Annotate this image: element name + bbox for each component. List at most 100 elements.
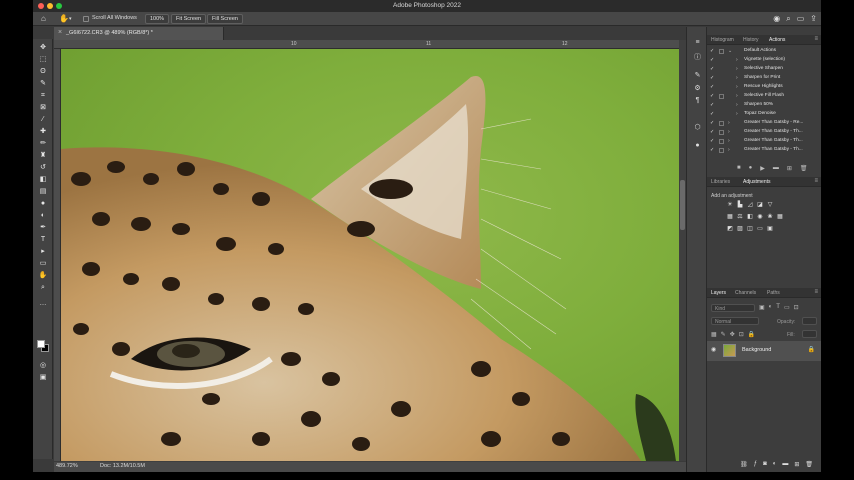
fill-input[interactable] (802, 330, 817, 338)
list-item[interactable]: ✓ › Rescue Highlights (707, 83, 815, 92)
panel-menu-icon[interactable]: ≡ (814, 178, 818, 184)
doc-size[interactable]: Doc: 13.2M/10.5M (100, 463, 145, 469)
delete-icon[interactable]: 🗑 (800, 165, 808, 172)
blur-tool-icon[interactable]: ● (38, 199, 48, 209)
fit-screen-button[interactable]: Fit Screen (171, 14, 207, 24)
check-icon[interactable]: ✓ (710, 93, 714, 99)
list-item[interactable]: ✓ ⌄ Default Actions (707, 47, 815, 56)
invert-icon[interactable]: ◩ (725, 225, 735, 232)
healing-brush-icon[interactable]: ✚ (38, 127, 48, 137)
zoom-tool-icon[interactable]: ⌕ (38, 283, 48, 293)
expand-icon[interactable]: ⌄ (728, 48, 732, 54)
vibrance-icon[interactable]: ▽ (765, 201, 775, 208)
new-layer-icon[interactable]: ⊞ (794, 461, 799, 472)
list-item[interactable]: ✓ › Greater Than Gatsby - Th... (707, 137, 815, 146)
list-item[interactable]: ✓ › Greater Than Gatsby - Th... (707, 146, 815, 155)
adjustment-filter-icon[interactable]: ◐ (769, 304, 773, 311)
document-tab[interactable]: × _G6I6722.CR3 @ 489% (RGB/8*) * (54, 27, 224, 40)
workspace-icon[interactable]: ▭ (797, 14, 805, 24)
tab-paths[interactable]: Paths (767, 290, 780, 296)
history-dock-icon[interactable]: ≡ (693, 39, 702, 46)
dialog-toggle-box[interactable] (719, 121, 724, 126)
marquee-tool-icon[interactable]: ⬚ (38, 55, 48, 65)
tab-layers[interactable]: Layers (711, 290, 726, 296)
history-brush-icon[interactable]: ↺ (38, 163, 48, 173)
share-icon[interactable]: ⇪ (810, 14, 817, 24)
paragraph-dock-icon[interactable]: ¶ (693, 97, 702, 104)
color-balance-icon[interactable]: ⚖ (735, 213, 745, 220)
search-icon[interactable]: ⌕ (786, 14, 790, 24)
check-icon[interactable]: ✓ (710, 102, 714, 108)
visibility-eye-icon[interactable]: ◉ (711, 346, 716, 353)
more-tools-icon[interactable]: … (38, 299, 48, 309)
lock-artboard-icon[interactable]: ⊡ (739, 331, 744, 338)
lock-position-icon[interactable]: ✥ (730, 331, 735, 338)
tab-adjustments[interactable]: Adjustments (743, 179, 771, 185)
quick-selection-tool-icon[interactable]: ✎ (38, 79, 48, 89)
curves-icon[interactable]: ◿ (745, 201, 755, 208)
expand-icon[interactable]: › (728, 120, 730, 126)
check-icon[interactable]: ✓ (710, 147, 714, 153)
properties-dock-icon[interactable]: ⚙ (693, 84, 702, 92)
check-icon[interactable]: ✓ (710, 120, 714, 126)
gradient-map-icon[interactable]: ▭ (755, 225, 765, 232)
delete-layer-icon[interactable]: 🗑 (805, 461, 813, 472)
check-icon[interactable]: ✓ (710, 66, 714, 72)
record-icon[interactable]: ● (749, 165, 753, 172)
selective-color-icon[interactable]: ▣ (765, 225, 775, 232)
3d-dock-icon[interactable]: ⬡ (693, 123, 702, 131)
check-icon[interactable]: ✓ (710, 138, 714, 144)
rectangle-tool-icon[interactable]: ▭ (38, 259, 48, 269)
hue-saturation-icon[interactable]: ▦ (725, 213, 735, 220)
check-icon[interactable]: ✓ (710, 111, 714, 117)
frame-tool-icon[interactable]: ⊠ (38, 103, 48, 113)
dialog-toggle-box[interactable] (719, 130, 724, 135)
lock-transparent-icon[interactable]: ▦ (711, 331, 717, 338)
tab-libraries[interactable]: Libraries (711, 179, 730, 185)
tab-history[interactable]: History (743, 37, 759, 43)
shape-filter-icon[interactable]: ▭ (784, 304, 790, 311)
list-item[interactable]: ✓ › Sharpen for Print (707, 74, 815, 83)
dodge-tool-icon[interactable]: ◐ (38, 211, 48, 221)
close-tab-icon[interactable]: × (58, 29, 62, 36)
blend-mode-select[interactable]: Normal (711, 317, 759, 325)
levels-icon[interactable]: ▙ (735, 201, 745, 208)
link-layers-icon[interactable]: ⛓ (740, 461, 748, 472)
crop-tool-icon[interactable]: ⌗ (38, 91, 48, 101)
expand-icon[interactable]: › (736, 84, 738, 90)
screen-mode-icon[interactable]: ▣ (38, 373, 48, 383)
new-set-icon[interactable]: ▬ (773, 165, 779, 172)
expand-icon[interactable]: › (736, 75, 738, 81)
new-adjustment-layer-icon[interactable]: ◐ (773, 461, 777, 472)
foreground-color-swatch[interactable] (37, 340, 45, 348)
brush-dock-icon[interactable]: ✎ (693, 71, 702, 79)
type-tool-icon[interactable]: T (38, 235, 48, 245)
expand-icon[interactable]: › (736, 57, 738, 63)
home-icon[interactable]: ⌂ (41, 14, 46, 23)
scroll-all-windows-checkbox[interactable] (83, 16, 89, 22)
eyedropper-tool-icon[interactable]: ⁄ (38, 115, 48, 125)
path-selection-icon[interactable]: ▸ (38, 247, 48, 257)
photo-filter-icon[interactable]: ◉ (755, 213, 765, 220)
list-item[interactable]: ✓ › Sharpen 50% (707, 101, 815, 110)
lasso-tool-icon[interactable]: ʘ (38, 67, 48, 77)
panel-menu-icon[interactable]: ≡ (814, 289, 818, 295)
brush-tool-icon[interactable]: ✏ (38, 139, 48, 149)
black-white-icon[interactable]: ◧ (745, 213, 755, 220)
stop-icon[interactable]: ■ (737, 165, 741, 172)
list-item[interactable]: ✓ › Greater Than Gatsby - Th... (707, 128, 815, 137)
check-icon[interactable]: ✓ (710, 84, 714, 90)
dialog-toggle-box[interactable] (719, 94, 724, 99)
channel-mixer-icon[interactable]: ❀ (765, 213, 775, 220)
gradient-tool-icon[interactable]: ▤ (38, 187, 48, 197)
check-icon[interactable]: ✓ (710, 75, 714, 81)
fill-screen-button[interactable]: Fill Screen (207, 14, 243, 24)
lock-pixels-icon[interactable]: ✎ (721, 331, 726, 338)
layer-name[interactable]: Background (742, 347, 771, 353)
fx-icon[interactable]: ƒ (754, 461, 757, 472)
smart-filter-icon[interactable]: ⊡ (794, 304, 799, 311)
list-item[interactable]: ✓ › Selective Sharpen (707, 65, 815, 74)
clone-stamp-icon[interactable]: ♜ (38, 151, 48, 161)
expand-icon[interactable]: › (728, 147, 730, 153)
eraser-tool-icon[interactable]: ◧ (38, 175, 48, 185)
